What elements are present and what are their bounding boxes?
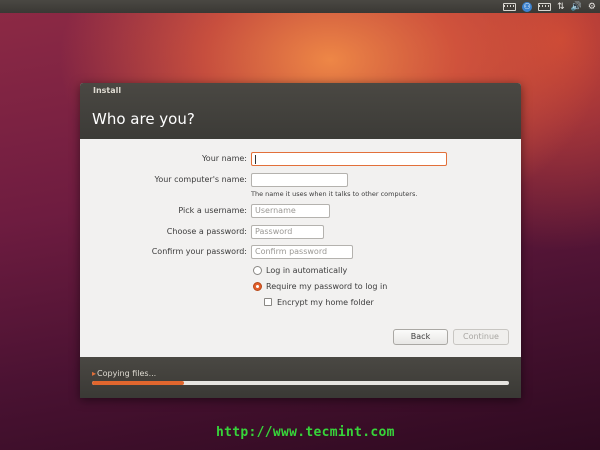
password-input[interactable]: Password bbox=[251, 225, 324, 239]
network-icon[interactable]: ⇅ bbox=[557, 2, 565, 12]
text-caret bbox=[255, 155, 256, 164]
progress-label: ▸Copying files... bbox=[92, 369, 157, 378]
progress-bar bbox=[92, 381, 509, 385]
install-window: Install Who are you? Your name: Your com… bbox=[80, 83, 521, 398]
username-label: Pick a username: bbox=[178, 206, 247, 215]
continue-button[interactable]: Continue bbox=[453, 329, 509, 345]
progress-fill bbox=[92, 381, 184, 385]
page-heading: Who are you? bbox=[92, 110, 195, 128]
login-automatically-label[interactable]: Log in automatically bbox=[266, 266, 347, 275]
confirm-password-label: Confirm your password: bbox=[151, 247, 247, 256]
volume-icon[interactable]: 🔊 bbox=[571, 2, 582, 12]
computer-name-label: Your computer's name: bbox=[154, 175, 248, 184]
desktop: ⚇ ⇅ 🔊 ⚙ Install Who are you? Your name: … bbox=[0, 0, 600, 450]
settings-gear-icon[interactable]: ⚙ bbox=[588, 2, 596, 12]
window-title: Install bbox=[93, 86, 122, 95]
login-automatically-radio[interactable] bbox=[253, 266, 262, 275]
status-arrow-icon: ▸ bbox=[92, 369, 97, 378]
require-password-label[interactable]: Require my password to log in bbox=[266, 282, 387, 291]
top-panel: ⚇ ⇅ 🔊 ⚙ bbox=[0, 0, 600, 13]
who-are-you-form: Your name: Your computer's name: The nam… bbox=[80, 139, 521, 357]
encrypt-home-label[interactable]: Encrypt my home folder bbox=[277, 298, 374, 307]
keyboard-layout-icon[interactable] bbox=[538, 2, 552, 12]
titlebar: Install Who are you? bbox=[80, 83, 521, 139]
confirm-password-input[interactable]: Confirm password bbox=[251, 245, 353, 259]
require-password-radio[interactable] bbox=[253, 282, 262, 291]
computer-name-input[interactable] bbox=[251, 173, 348, 187]
back-button[interactable]: Back bbox=[393, 329, 448, 345]
progress-footer: ▸Copying files... bbox=[80, 357, 521, 398]
your-name-label: Your name: bbox=[201, 154, 247, 163]
username-input[interactable]: Username bbox=[251, 204, 330, 218]
encrypt-home-checkbox[interactable] bbox=[264, 298, 272, 306]
accessibility-icon[interactable]: ⚇ bbox=[522, 1, 533, 12]
password-label: Choose a password: bbox=[166, 227, 247, 236]
computer-name-hint: The name it uses when it talks to other … bbox=[251, 190, 418, 198]
keyboard-icon[interactable] bbox=[503, 2, 517, 12]
your-name-input[interactable] bbox=[251, 152, 447, 166]
watermark: http://www.tecmint.com bbox=[216, 425, 395, 440]
